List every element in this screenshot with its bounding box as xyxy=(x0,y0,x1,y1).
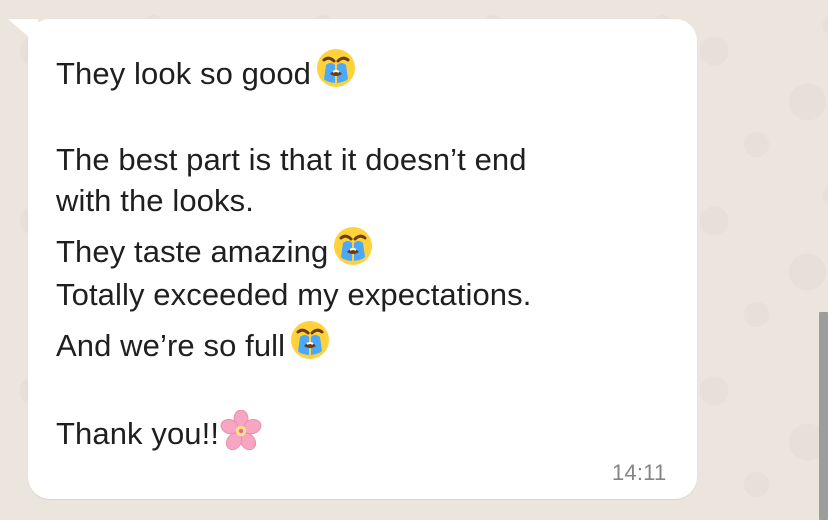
message-line: Thank you!! xyxy=(56,410,656,455)
message-line-text: And we’re so full xyxy=(56,328,286,363)
message-line: They look so good xyxy=(56,44,656,95)
message-line: They taste amazing xyxy=(56,222,656,273)
message-line-text: They taste amazing xyxy=(56,234,329,269)
message-line-text: They look so good xyxy=(56,56,312,91)
message-timestamp: 14:11 xyxy=(612,460,667,485)
loudly-crying-face-icon xyxy=(312,44,360,92)
message-line-text: Thank you!! xyxy=(56,416,220,451)
chat-scrollbar[interactable] xyxy=(819,312,828,520)
message-line-text: The best part is that it doesn’t end xyxy=(56,142,527,177)
message-line: Totally exceeded my expectations. xyxy=(56,273,656,316)
message-line-text: Totally exceeded my expectations. xyxy=(56,277,532,312)
loudly-crying-face-icon xyxy=(329,222,377,270)
message-line: with the looks. xyxy=(56,179,656,222)
message-line: And we’re so full xyxy=(56,316,656,367)
message-line-text: with the looks. xyxy=(56,183,254,218)
message-text: They look so good The best part is that … xyxy=(56,44,656,455)
message-line: The best part is that it doesn’t end xyxy=(56,138,656,181)
chat-area: They look so good The best part is that … xyxy=(0,0,828,520)
loudly-crying-face-icon xyxy=(286,316,334,364)
cherry-blossom-icon xyxy=(220,410,262,452)
